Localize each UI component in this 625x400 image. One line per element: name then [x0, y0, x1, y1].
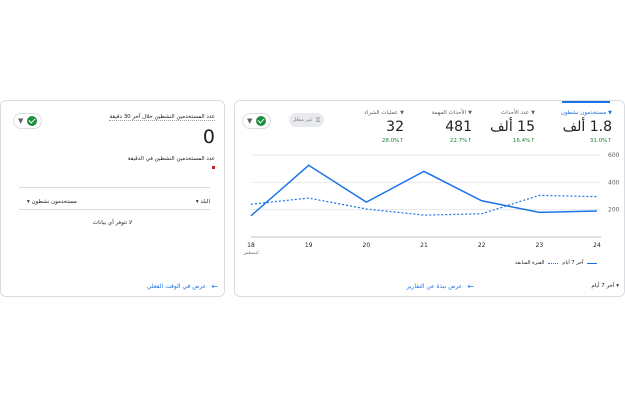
y-tick-label: 600: [608, 152, 620, 159]
chevron-down-icon: ▼: [608, 110, 612, 116]
view-realtime-link[interactable]: عرض في الوقت الفعلي ←: [147, 282, 218, 291]
x-tick-label: 20: [363, 242, 371, 249]
x-tick-label: 22: [478, 242, 486, 249]
metric-value: 32: [386, 119, 404, 135]
metric-value: 1.8 ألف: [562, 119, 612, 135]
realtime-users-value: 0: [202, 126, 215, 148]
x-tick-label: 19: [305, 242, 313, 249]
overview-card: ▼ غير مفعّل ⧖ ▼ مستخدمون نشطون 1.8 ألف 31…: [234, 100, 625, 297]
active-metric-indicator: [562, 101, 610, 103]
legend-previous-swatch: [548, 262, 559, 264]
metric-change: 22.7%↑: [449, 138, 472, 144]
check-circle-icon: [256, 116, 267, 126]
card-options-dropdown[interactable]: ▼: [13, 113, 43, 129]
check-circle-icon: [27, 116, 38, 126]
compare-icon: ⧖: [315, 115, 321, 124]
metric-change: 16.4%↑: [512, 138, 535, 144]
view-reports-snapshot-link[interactable]: عرض نبذة عن التقارير ←: [406, 282, 474, 291]
line-chart: 600 400 200 18 19 20 21 22 23 24 أغسطس: [243, 152, 620, 255]
chevron-down-icon: ▾: [614, 283, 619, 289]
series-line-current: [250, 164, 598, 217]
card-options-dropdown[interactable]: ▼: [242, 113, 272, 129]
per-minute-marker: [212, 166, 215, 169]
chevron-down-icon: ▼: [247, 117, 253, 125]
compare-toggle[interactable]: غير مفعّل ⧖: [289, 113, 324, 127]
metric-event-count[interactable]: ▼ عدد الأحداث 15 ألف 16.4%↑: [490, 110, 535, 144]
x-month-label: أغسطس: [243, 250, 258, 255]
arrow-left-icon: ←: [467, 282, 474, 291]
x-tick-label: 24: [593, 242, 601, 249]
chevron-down-icon: ▼: [468, 110, 472, 116]
chevron-down-icon: ▼: [400, 110, 404, 116]
x-tick-label: 21: [420, 242, 428, 249]
metric-purchases[interactable]: ▼ عمليات الشراء 32 28.0%↑: [364, 110, 404, 144]
realtime-header-label: عدد المستخدمين النشطين خلال آخر 30 دقيقة: [109, 114, 215, 121]
country-column-header[interactable]: ▾ البلد: [196, 199, 210, 205]
metric-key-events[interactable]: ▼ الأحداث المهمة 481 22.7%↑: [432, 110, 472, 144]
legend-previous-label: الفترة السابقة: [515, 260, 545, 266]
per-minute-label: عدد المستخدمين النشطين في الدقيقة: [127, 156, 215, 162]
active-users-column-header[interactable]: ▾ مستخدمون نشطون: [27, 199, 77, 205]
metric-value: 15 ألف: [490, 119, 535, 135]
chart-legend: الفترة السابقة آخر 7 أيام: [515, 260, 598, 266]
legend-current-label: آخر 7 أيام: [562, 260, 584, 266]
per-minute-baseline: [19, 187, 210, 188]
x-tick-label: 23: [536, 242, 544, 249]
metric-active-users[interactable]: ▼ مستخدمون نشطون 1.8 ألف 31.0%↑: [561, 110, 612, 144]
table-divider: [19, 209, 210, 210]
y-tick-label: 400: [608, 179, 620, 186]
metric-value: 481: [445, 119, 472, 135]
legend-current-swatch: [587, 262, 598, 264]
realtime-card: ▼ عدد المستخدمين النشطين خلال آخر 30 دقي…: [0, 100, 225, 297]
y-tick-label: 200: [608, 207, 620, 214]
no-data-text: لا تتوفر أي بيانات: [92, 220, 133, 226]
chevron-down-icon: ▼: [18, 117, 24, 125]
arrow-left-icon: ←: [211, 282, 218, 291]
x-tick-label: 18: [247, 242, 255, 249]
metric-change: 31.0%↑: [589, 138, 612, 144]
compare-label: غير مفعّل: [292, 117, 313, 123]
metric-change: 28.0%↑: [381, 138, 404, 144]
chevron-down-icon: ▼: [531, 110, 535, 116]
date-range-dropdown[interactable]: آخر 7 أيام ▾: [591, 283, 619, 289]
